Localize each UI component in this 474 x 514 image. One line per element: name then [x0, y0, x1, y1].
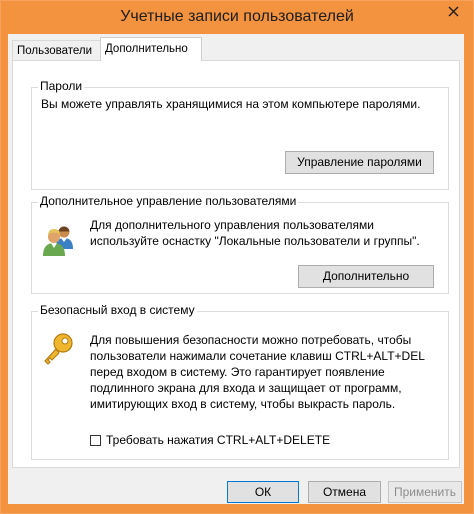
- advanced-users-line-2: используйте оснастку "Локальные пользова…: [90, 234, 420, 248]
- secure-logon-line-3: перед входом в систему. Это гарантирует …: [90, 365, 385, 379]
- close-icon: [448, 6, 459, 17]
- passwords-group-title: Пароли: [38, 79, 85, 93]
- secure-logon-line-4: подлинного экрана для входа и защищает о…: [90, 381, 402, 395]
- tab-advanced[interactable]: Дополнительно: [100, 37, 202, 61]
- advanced-users-group-title: Дополнительное управление пользователями: [38, 194, 299, 208]
- advanced-users-line-1: Для дополнительного управления пользоват…: [90, 218, 374, 232]
- secure-logon-line-5: имитирующих вход в систему, чтобы выкрас…: [90, 397, 396, 411]
- users-icon: [42, 223, 76, 257]
- close-button[interactable]: [440, 1, 467, 21]
- apply-button[interactable]: Применить: [388, 481, 462, 503]
- secure-logon-group-title: Безопасный вход в систему: [38, 303, 197, 317]
- window-title: Учетные записи пользователей: [120, 8, 354, 25]
- key-icon: [41, 332, 75, 366]
- secure-logon-line-1: Для повышения безопасности можно потребо…: [90, 333, 412, 347]
- advanced-button[interactable]: Дополнительно: [298, 265, 434, 288]
- cancel-button[interactable]: Отмена: [308, 481, 381, 503]
- secure-logon-line-2: пользователи нажимали сочетание клавиш C…: [90, 349, 425, 363]
- ok-button[interactable]: ОК: [227, 481, 299, 503]
- ctrl-alt-del-label[interactable]: Требовать нажатия CTRL+ALT+DELETE: [106, 433, 330, 449]
- passwords-description: Вы можете управлять хранящимися на этом …: [41, 97, 421, 111]
- ctrl-alt-del-checkbox[interactable]: [90, 435, 101, 446]
- title-bar[interactable]: Учетные записи пользователей: [1, 1, 473, 35]
- tab-users[interactable]: Пользователи: [12, 40, 105, 61]
- manage-passwords-button[interactable]: Управление паролями: [285, 151, 434, 174]
